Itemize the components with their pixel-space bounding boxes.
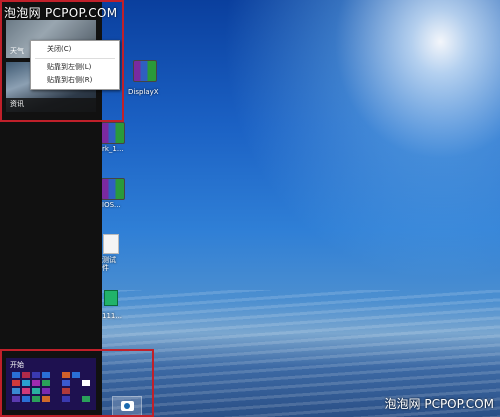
desktop-icon-label: 测试 件 [102,256,116,272]
desktop-icon-document[interactable] [102,234,126,254]
desktop-icon-displayx[interactable] [130,60,160,82]
watermark-bottom: 泡泡网 PCPOP.COM [384,397,494,411]
desktop-icon-label: 111... [102,312,123,320]
desktop-icon-rk[interactable] [102,122,128,144]
winrar-archive-icon [102,178,125,200]
desktop-icon-label: rk_1... [102,145,124,153]
winrar-archive-icon [102,122,125,144]
desktop-icon-ios[interactable] [102,178,128,200]
winrar-archive-icon [133,60,157,82]
desktop-background[interactable]: DisplayX rk_1... IOS... 测试 件 111... [102,0,500,417]
app-icon [104,290,118,306]
highlight-box-start [0,349,154,417]
desktop-icon-label: IOS... [102,201,121,209]
desktop-icon-label: DisplayX [128,88,159,96]
watermark-top: 泡泡网 PCPOP.COM [4,6,118,20]
document-icon [103,234,119,254]
desktop-icon-app[interactable] [102,290,126,306]
